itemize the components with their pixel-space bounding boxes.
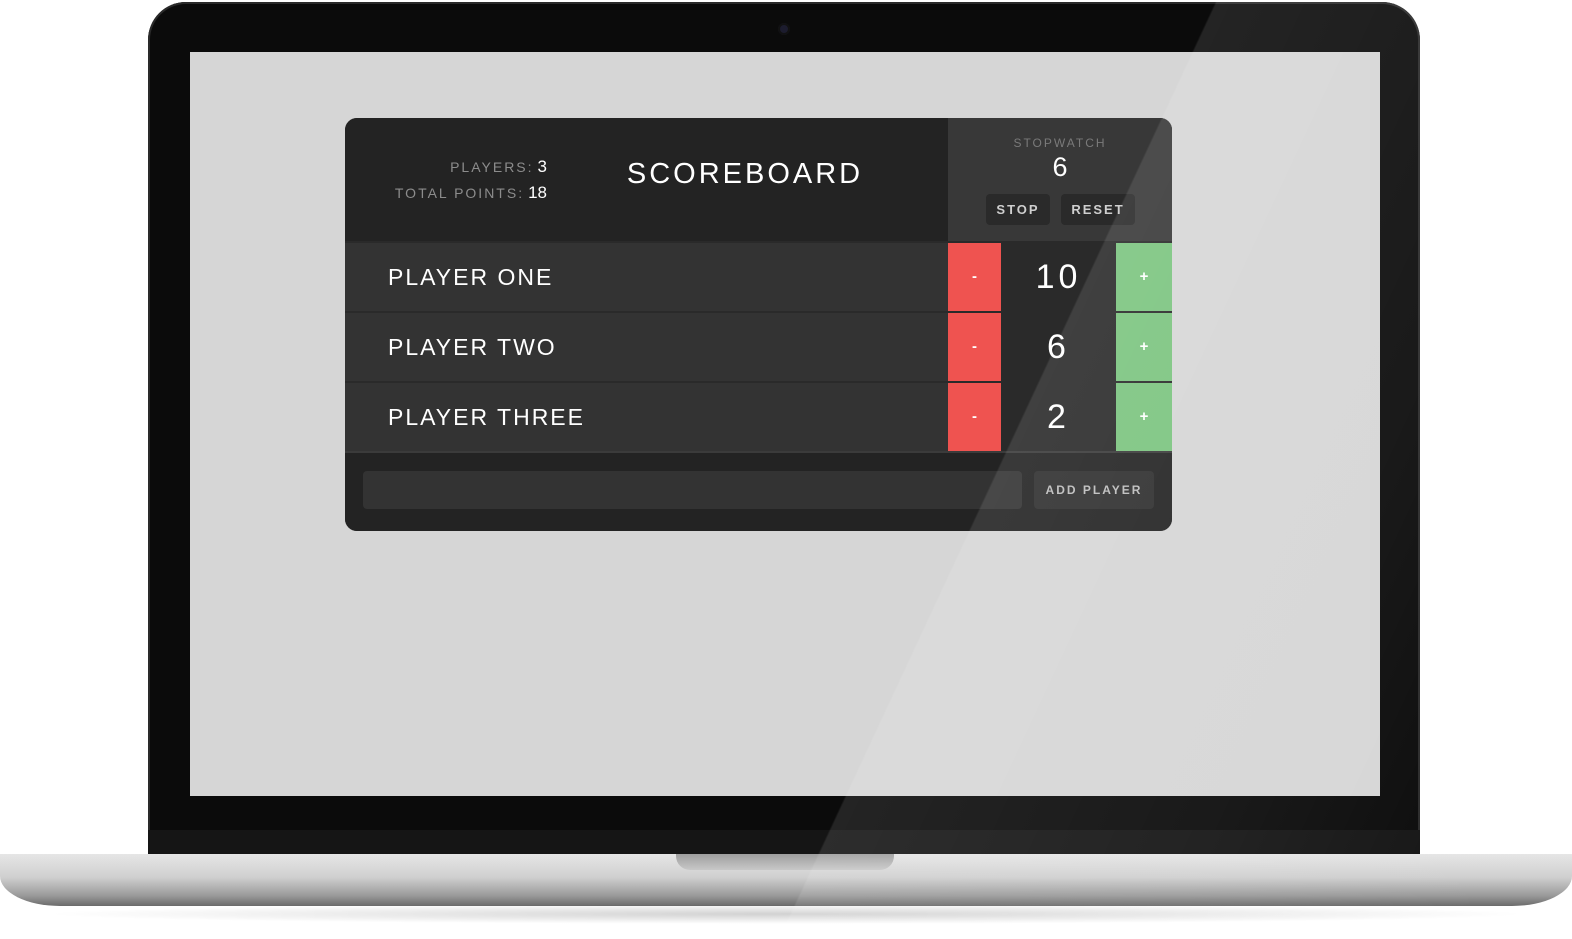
stopwatch-panel: STOPWATCH 6 STOP RESET xyxy=(948,118,1172,241)
player-name: PLAYER THREE xyxy=(388,404,585,430)
scoreboard-header: PLAYERS: 3 TOTAL POINTS: 18 SCOREBOARD STO… xyxy=(345,118,1172,241)
player-name: PLAYER ONE xyxy=(388,264,554,290)
camera-icon xyxy=(778,23,790,35)
decrement-button[interactable]: - xyxy=(948,383,1001,451)
player-row: PLAYER ONE - 10 + xyxy=(345,241,1172,311)
player-row: PLAYER TWO - 6 + xyxy=(345,311,1172,381)
player-name: PLAYER TWO xyxy=(388,334,557,360)
player-row: PLAYER THREE - 2 + xyxy=(345,381,1172,451)
decrement-button[interactable]: - xyxy=(948,243,1001,311)
laptop-shadow xyxy=(40,904,1532,924)
laptop-bezel xyxy=(148,830,1420,854)
players-label: PLAYERS: xyxy=(450,159,534,175)
page-title: SCOREBOARD xyxy=(626,158,864,190)
players-stat: PLAYERS: 3 xyxy=(345,154,547,180)
player-score: 10 xyxy=(1001,243,1116,311)
increment-button[interactable]: + xyxy=(1116,313,1172,381)
reset-button[interactable]: RESET xyxy=(1061,194,1135,225)
laptop-notch xyxy=(676,854,894,870)
stop-button[interactable]: STOP xyxy=(986,194,1050,225)
total-points-value: 18 xyxy=(528,183,547,202)
add-player-button[interactable]: ADD PLAYER xyxy=(1034,471,1154,509)
player-score: 6 xyxy=(1001,313,1116,381)
increment-button[interactable]: + xyxy=(1116,243,1172,311)
stats-panel: PLAYERS: 3 TOTAL POINTS: 18 xyxy=(345,154,547,206)
increment-button[interactable]: + xyxy=(1116,383,1172,451)
player-name-input[interactable] xyxy=(363,471,1022,509)
players-count: 3 xyxy=(537,157,547,176)
stopwatch-time: 6 xyxy=(1052,152,1068,182)
laptop-screen: PLAYERS: 3 TOTAL POINTS: 18 SCOREBOARD STO… xyxy=(190,52,1380,796)
total-points-stat: TOTAL POINTS: 18 xyxy=(345,180,547,206)
add-player-form: ADD PLAYER xyxy=(345,451,1172,531)
stopwatch-label: STOPWATCH xyxy=(1013,136,1107,150)
total-points-label: TOTAL POINTS: xyxy=(394,185,525,201)
scoreboard-app: PLAYERS: 3 TOTAL POINTS: 18 SCOREBOARD STO… xyxy=(345,118,1172,531)
decrement-button[interactable]: - xyxy=(948,313,1001,381)
player-score: 2 xyxy=(1001,383,1116,451)
